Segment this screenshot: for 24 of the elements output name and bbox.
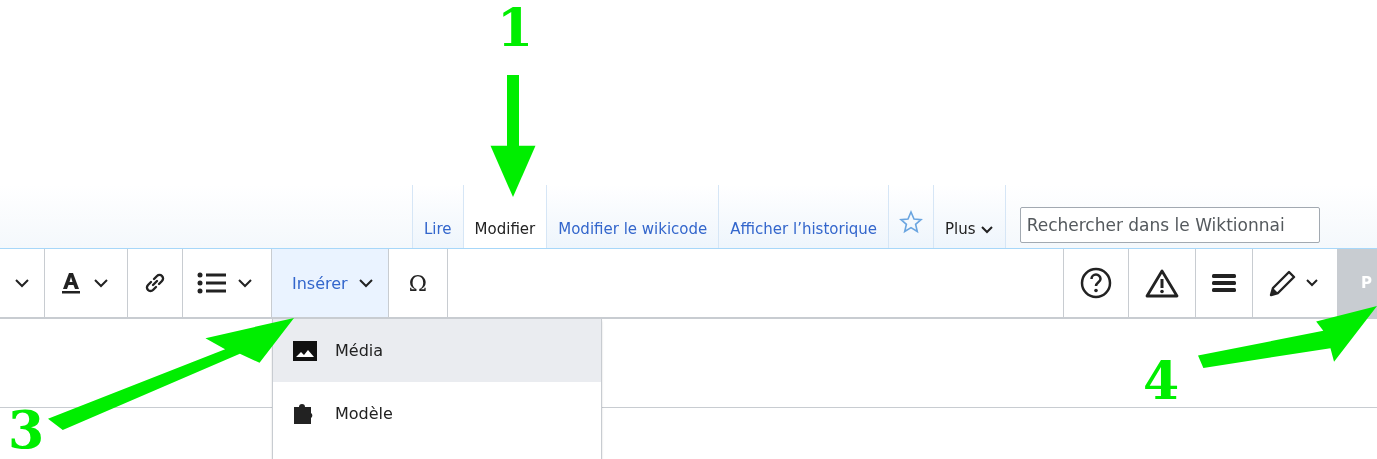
more-menu[interactable]: Plus: [933, 185, 1006, 248]
warning-icon[interactable]: [1145, 268, 1179, 298]
arrow-icon: [488, 75, 538, 197]
star-icon[interactable]: [899, 209, 924, 234]
caret-icon: [357, 278, 374, 288]
annotation-number: 3: [8, 404, 45, 456]
image-icon: [293, 340, 317, 361]
tab[interactable]: Afficher l’historique: [718, 185, 889, 248]
annotation-number: 1: [497, 2, 534, 54]
caret-icon: [979, 225, 994, 235]
tab[interactable]: Lire: [412, 185, 463, 248]
arrow-icon: [1198, 306, 1377, 368]
tab[interactable]: Modifier le wikicode: [546, 185, 719, 248]
arrow-icon: [48, 318, 294, 430]
insert-menu-button[interactable]: Insérer: [272, 249, 389, 317]
pencil-icon[interactable]: [1269, 269, 1321, 297]
help-icon[interactable]: [1080, 267, 1112, 299]
menu-item[interactable]: Média: [273, 319, 601, 382]
menu-icon[interactable]: [1212, 273, 1236, 293]
tab[interactable]: Modifier: [462, 185, 547, 248]
caret-icon[interactable]: [14, 278, 30, 288]
annotation-number: 4: [1143, 355, 1180, 407]
menu-item[interactable]: Modèle: [273, 382, 601, 445]
search-field[interactable]: Rechercher dans le Wiktionnai: [1019, 207, 1320, 243]
